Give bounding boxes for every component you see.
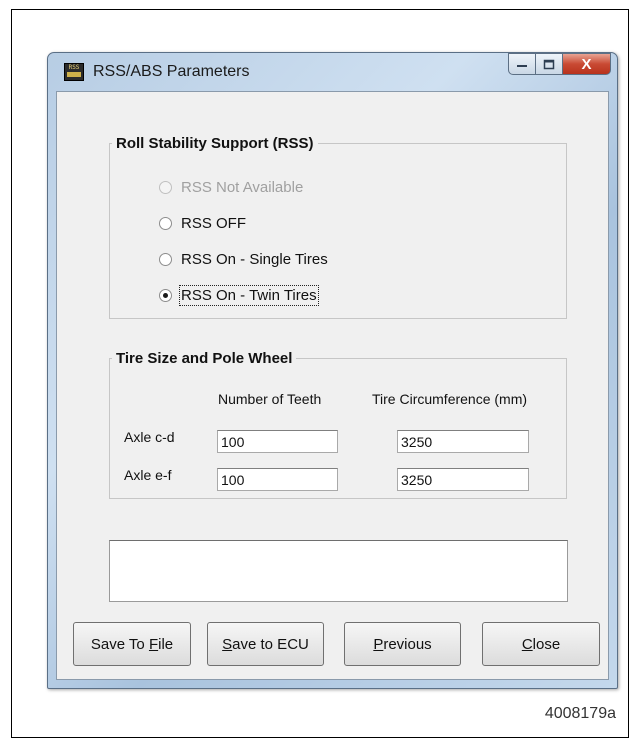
radio-label: RSS Not Available — [181, 179, 304, 196]
window-title: RSS/ABS Parameters — [93, 63, 250, 80]
figure-frame: RSS RSS/ABS Parameters X Roll Stability … — [11, 9, 629, 738]
radio-rss-off[interactable]: RSS OFF — [159, 215, 246, 232]
radio-rss-on-twin-tires[interactable]: RSS On - Twin Tires — [159, 285, 319, 306]
previous-button[interactable]: Previous — [344, 622, 461, 666]
radio-label: RSS On - Single Tires — [181, 251, 328, 268]
button-label-accelerator: C — [521, 635, 533, 653]
maximize-button[interactable] — [536, 53, 563, 75]
title-bar[interactable]: RSS RSS/ABS Parameters X — [48, 53, 617, 91]
radio-label: RSS OFF — [181, 215, 247, 232]
close-button[interactable]: Close — [482, 622, 600, 666]
button-label-accelerator: P — [373, 635, 384, 653]
caption-buttons: X — [508, 53, 611, 77]
figure-id-label: 4008179a — [544, 705, 616, 722]
axle-ef-teeth-input[interactable] — [217, 468, 338, 491]
column-header-circumference: Tire Circumference (mm) — [372, 391, 528, 407]
radio-rss-on-single-tires[interactable]: RSS On - Single Tires — [159, 251, 328, 268]
rss-abs-parameters-window: RSS RSS/ABS Parameters X Roll Stability … — [47, 52, 618, 689]
column-header-teeth: Number of Teeth — [218, 391, 322, 407]
axle-cd-circumference-input[interactable] — [397, 430, 529, 453]
button-label: Save To — [90, 635, 149, 653]
save-to-ecu-button[interactable]: Save to ECU — [207, 622, 324, 666]
minimize-icon — [517, 65, 527, 67]
button-label: ave to ECU — [232, 635, 309, 653]
tire-group-legend: Tire Size and Pole Wheel — [116, 350, 293, 367]
button-label: revious — [383, 635, 432, 653]
tire-size-group: Tire Size and Pole Wheel Number of Teeth… — [109, 350, 567, 499]
axle-label: Axle e-f — [124, 467, 172, 483]
close-icon: X — [581, 55, 592, 73]
radio-rss-not-available: RSS Not Available — [159, 179, 303, 196]
button-label-accelerator: F — [148, 635, 159, 653]
radio-label: RSS On - Twin Tires — [179, 285, 319, 306]
minimize-button[interactable] — [508, 53, 536, 75]
button-label-accelerator: S — [222, 635, 233, 653]
status-message-box — [109, 540, 568, 602]
radio-circle[interactable] — [159, 253, 172, 266]
button-label: lose — [532, 635, 561, 653]
dialog-client-area: Roll Stability Support (RSS) RSS Not Ava… — [56, 91, 609, 680]
save-to-file-button[interactable]: Save To File — [73, 622, 191, 666]
radio-circle-selected[interactable] — [159, 289, 172, 302]
app-icon: RSS — [64, 63, 84, 81]
radio-circle[interactable] — [159, 217, 172, 230]
axle-cd-teeth-input[interactable] — [217, 430, 338, 453]
radio-circle — [159, 181, 172, 194]
rss-group-legend: Roll Stability Support (RSS) — [116, 135, 314, 152]
rss-group: Roll Stability Support (RSS) RSS Not Ava… — [109, 135, 567, 319]
button-label: ile — [158, 635, 174, 653]
axle-label: Axle c-d — [124, 429, 175, 445]
maximize-icon — [543, 59, 555, 69]
close-window-button[interactable]: X — [563, 53, 611, 75]
axle-ef-circumference-input[interactable] — [397, 468, 529, 491]
